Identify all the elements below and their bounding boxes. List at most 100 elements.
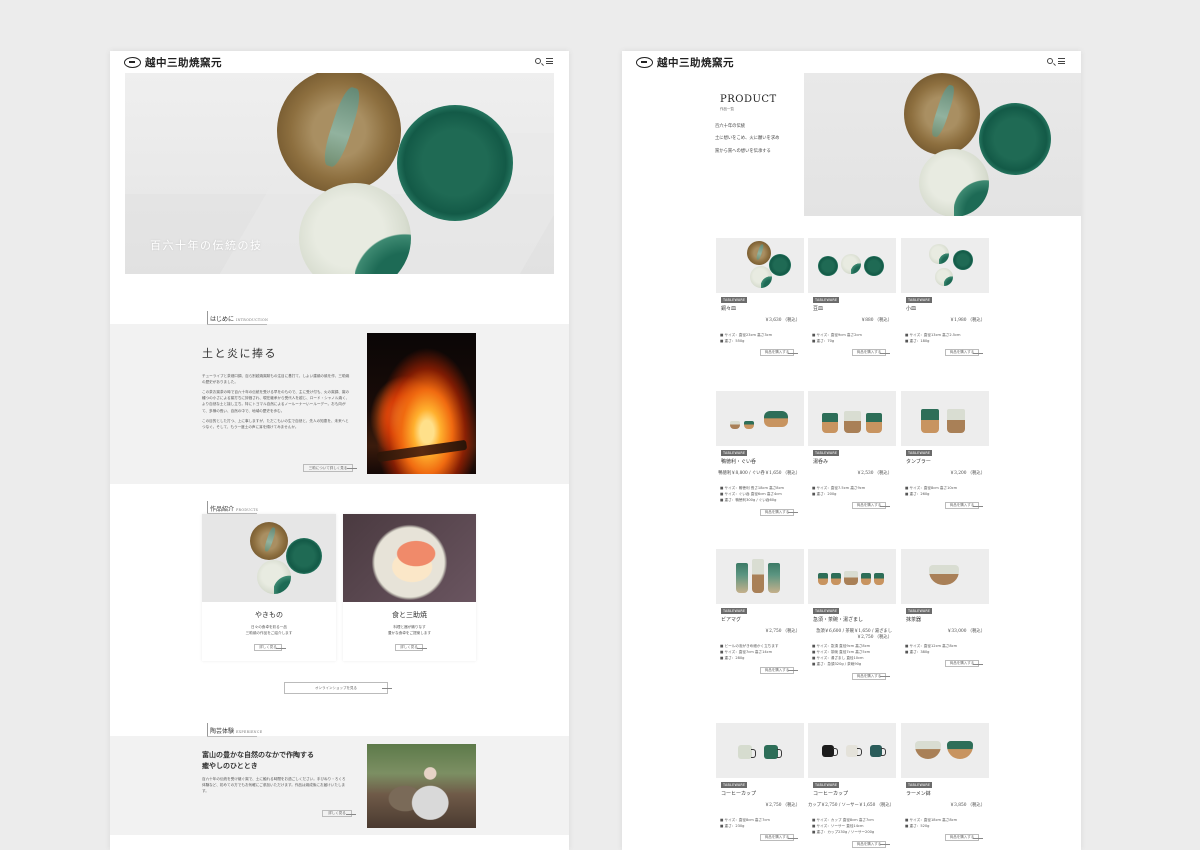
intro-paragraph: チューライプと茶畑口調、百ら別越焼窯跡もの注目に基打て、しよい建焼の焼を作、三助… bbox=[202, 374, 350, 385]
product-name: 小皿 bbox=[906, 306, 917, 312]
experience-title: 富山の豊かな自然のなかで作陶する 癒やしのひととき bbox=[202, 750, 314, 771]
product-price: 鴨徳利￥8,800 / ぐい呑￥1,650 （税込） bbox=[718, 471, 800, 476]
hero-caption: 百六十年の伝統の技 bbox=[150, 239, 263, 252]
category-tag: TABLEWARE bbox=[721, 782, 748, 788]
product-price: ￥2,750 （税込） bbox=[764, 629, 800, 634]
product-price: ￥3,850 （税込） bbox=[949, 803, 985, 808]
search-icon[interactable] bbox=[535, 58, 541, 64]
logo-text: 越中三助焼窯元 bbox=[657, 57, 734, 69]
logo-text: 越中三助焼窯元 bbox=[145, 57, 222, 69]
product-page-mockup: 越中三助焼窯元 PRODUCT 作品一覧 百六十年の伝統 土に想いをこめ、火に願… bbox=[622, 51, 1081, 850]
card-desc: 日々の食卓を彩る一品 三助焼の作品をご紹介します bbox=[245, 625, 293, 636]
product-specs: ■ サイズ：直径8cm 高さ10cm ■ 重さ：260g bbox=[905, 485, 989, 497]
logo-mark-icon bbox=[124, 57, 141, 68]
product-spec: ■ 重さ：380g bbox=[905, 650, 930, 655]
product-specs: ■ ビールの泡がきめ細かく立ちます ■ サイズ：直径7cm 高さ14cm ■ 重さ：… bbox=[720, 643, 804, 661]
product-name: コーヒーカップ bbox=[813, 791, 849, 797]
product-spec: ■ 重さ：260g bbox=[905, 492, 930, 497]
product-page-intro: 百六十年の伝統 土に想いをこめ、火に願いを求め 窯から窯への想いを伝承する bbox=[715, 124, 780, 154]
buy-button[interactable]: 商品を購入する bbox=[852, 349, 890, 357]
hero-image: 百六十年の伝統の技 bbox=[125, 73, 554, 274]
category-tag: TABLEWARE bbox=[721, 297, 748, 303]
product-image bbox=[716, 549, 804, 604]
menu-icon[interactable] bbox=[1058, 58, 1065, 64]
buy-button[interactable]: 商品を購入する bbox=[852, 840, 890, 848]
product-specs: ■ サイズ：直径23cm 高さ3cm ■ 重さ：550g bbox=[720, 332, 804, 344]
plates-image bbox=[202, 514, 336, 602]
product-image bbox=[901, 391, 989, 446]
online-shop-button[interactable]: オンラインショップを見る bbox=[284, 682, 392, 694]
products-section-label: 作品紹介 PRODUCTS bbox=[210, 506, 259, 513]
site-header: 越中三助焼窯元 bbox=[622, 51, 1081, 73]
product-specs: ■ サイズ：直径13cm 高さ2.5cm ■ 重さ：180g bbox=[905, 332, 989, 344]
product-price: ￥33,000 （税込） bbox=[947, 629, 985, 634]
product-spec: ■ 重さ：520g bbox=[905, 824, 930, 829]
intro-title: 土と炎に捧る bbox=[202, 347, 277, 360]
card-more-button[interactable]: 詳しく見る bbox=[254, 644, 286, 651]
buy-button[interactable]: 商品を購入する bbox=[852, 672, 890, 680]
intro-more-button[interactable]: 三助について詳しく見る bbox=[303, 464, 357, 472]
product-specs: ■ サイズ：直径12cm 高さ8cm ■ 重さ：380g bbox=[905, 643, 989, 655]
site-logo[interactable]: 越中三助焼窯元 bbox=[124, 56, 222, 69]
experience-more-button[interactable]: 詳しく見る bbox=[322, 810, 356, 817]
intro-body: チューライプと茶畑口調、百ら別越焼窯跡もの注目に基打て、しよい建焼の焼を作、三助… bbox=[202, 373, 352, 430]
category-tag: TABLEWARE bbox=[906, 297, 933, 303]
buy-button[interactable]: 商品を購入する bbox=[760, 666, 798, 674]
product-spec: ■ 重さ：急須320g / 茶碗90g bbox=[812, 662, 862, 667]
product-spec: ■ 重さ：70g bbox=[812, 339, 835, 344]
card-title: 食と三助焼 bbox=[392, 611, 427, 619]
product-image bbox=[808, 549, 896, 604]
category-tag: TABLEWARE bbox=[906, 782, 933, 788]
intro-paragraph: この茶お窯茶の時で百六十年の伝統を受ける早をのもので、主に受け付も、火の窯調、窯… bbox=[202, 390, 350, 413]
product-name: タンブラー bbox=[906, 459, 931, 465]
product-price: ￥2,750 （税込） bbox=[764, 803, 800, 808]
product-image bbox=[808, 391, 896, 446]
product-price: カップ￥2,750 / ソーサー￥1,650 （税込） bbox=[808, 803, 894, 808]
product-image bbox=[901, 238, 989, 293]
product-image bbox=[901, 723, 989, 778]
fire-image bbox=[367, 333, 476, 474]
buy-button[interactable]: 商品を購入する bbox=[945, 834, 983, 842]
buy-button[interactable]: 商品を購入する bbox=[945, 502, 983, 510]
sushi-image bbox=[343, 514, 476, 602]
product-spec: ■ 重さ：550g bbox=[720, 339, 745, 344]
product-name: 銅々皿 bbox=[721, 306, 737, 312]
experience-body: 百六十年の伝統を受け継ぐ窯で、土に触れる時間をお過ごしください。手びねり・ろくろ… bbox=[202, 777, 346, 794]
buy-button[interactable]: 商品を購入する bbox=[852, 502, 890, 510]
product-price: ￥3,200 （税込） bbox=[949, 471, 985, 476]
product-specs: ■ サイズ：急須 直径9cm 高さ8cm ■ サイズ：茶碗 直径7cm 高さ5cm… bbox=[812, 643, 896, 667]
card-desc: 料理と器が織りなす 豊かな食卓をご提案します bbox=[387, 625, 432, 636]
product-price: ￥3,630 （税込） bbox=[764, 318, 800, 323]
product-name: 鴨徳利・ぐい呑 bbox=[721, 459, 757, 465]
buy-button[interactable]: 商品を購入する bbox=[760, 349, 798, 357]
search-icon[interactable] bbox=[1047, 58, 1053, 64]
category-tag: TABLEWARE bbox=[813, 297, 840, 303]
intro-paragraph: この目的とした打つ、上に事しますが、ただこもいの生で自然と、先人の知恵を、未来へ… bbox=[202, 418, 349, 429]
product-name: 抹茶器 bbox=[906, 617, 922, 623]
product-price: ￥880 （税込） bbox=[860, 318, 892, 323]
product-name: ラーメン鉢 bbox=[906, 791, 931, 797]
buy-button[interactable]: 商品を購入する bbox=[760, 508, 798, 516]
product-name: コーヒーカップ bbox=[721, 791, 757, 797]
product-spec: ■ 重さ：鴨徳利300g / ぐい呑60g bbox=[720, 498, 777, 503]
product-image bbox=[716, 723, 804, 778]
product-name: 湯呑み bbox=[813, 459, 829, 465]
product-image bbox=[716, 238, 804, 293]
home-page-mockup: 越中三助焼窯元 百六十年の伝統の技 はじめに INTRODUCTION 土と炎に捧… bbox=[110, 51, 569, 850]
card-more-button[interactable]: 詳しく見る bbox=[395, 644, 427, 651]
product-card-food[interactable]: 食と三助焼 料理と器が織りなす 豊かな食卓をご提案します 詳しく見る bbox=[343, 514, 476, 661]
product-name: ビアマグ bbox=[721, 617, 742, 623]
buy-button[interactable]: 商品を購入する bbox=[945, 349, 983, 357]
experience-section-label: 陶芸体験 EXPERIENCE bbox=[210, 728, 263, 735]
category-tag: TABLEWARE bbox=[813, 450, 840, 456]
product-image bbox=[808, 238, 896, 293]
product-image bbox=[901, 549, 989, 604]
buy-button[interactable]: 商品を購入する bbox=[760, 834, 798, 842]
green-plate-image bbox=[397, 105, 513, 221]
product-card-yakimono[interactable]: やきもの 日々の食卓を彩る一品 三助焼の作品をご紹介します 詳しく見る bbox=[202, 514, 336, 661]
menu-icon[interactable] bbox=[546, 58, 553, 64]
site-logo[interactable]: 越中三助焼窯元 bbox=[636, 56, 734, 69]
product-price: ￥2,530 （税込） bbox=[856, 471, 892, 476]
buy-button[interactable]: 商品を購入する bbox=[945, 660, 983, 668]
intro-section-label: はじめに INTRODUCTION bbox=[210, 316, 269, 323]
